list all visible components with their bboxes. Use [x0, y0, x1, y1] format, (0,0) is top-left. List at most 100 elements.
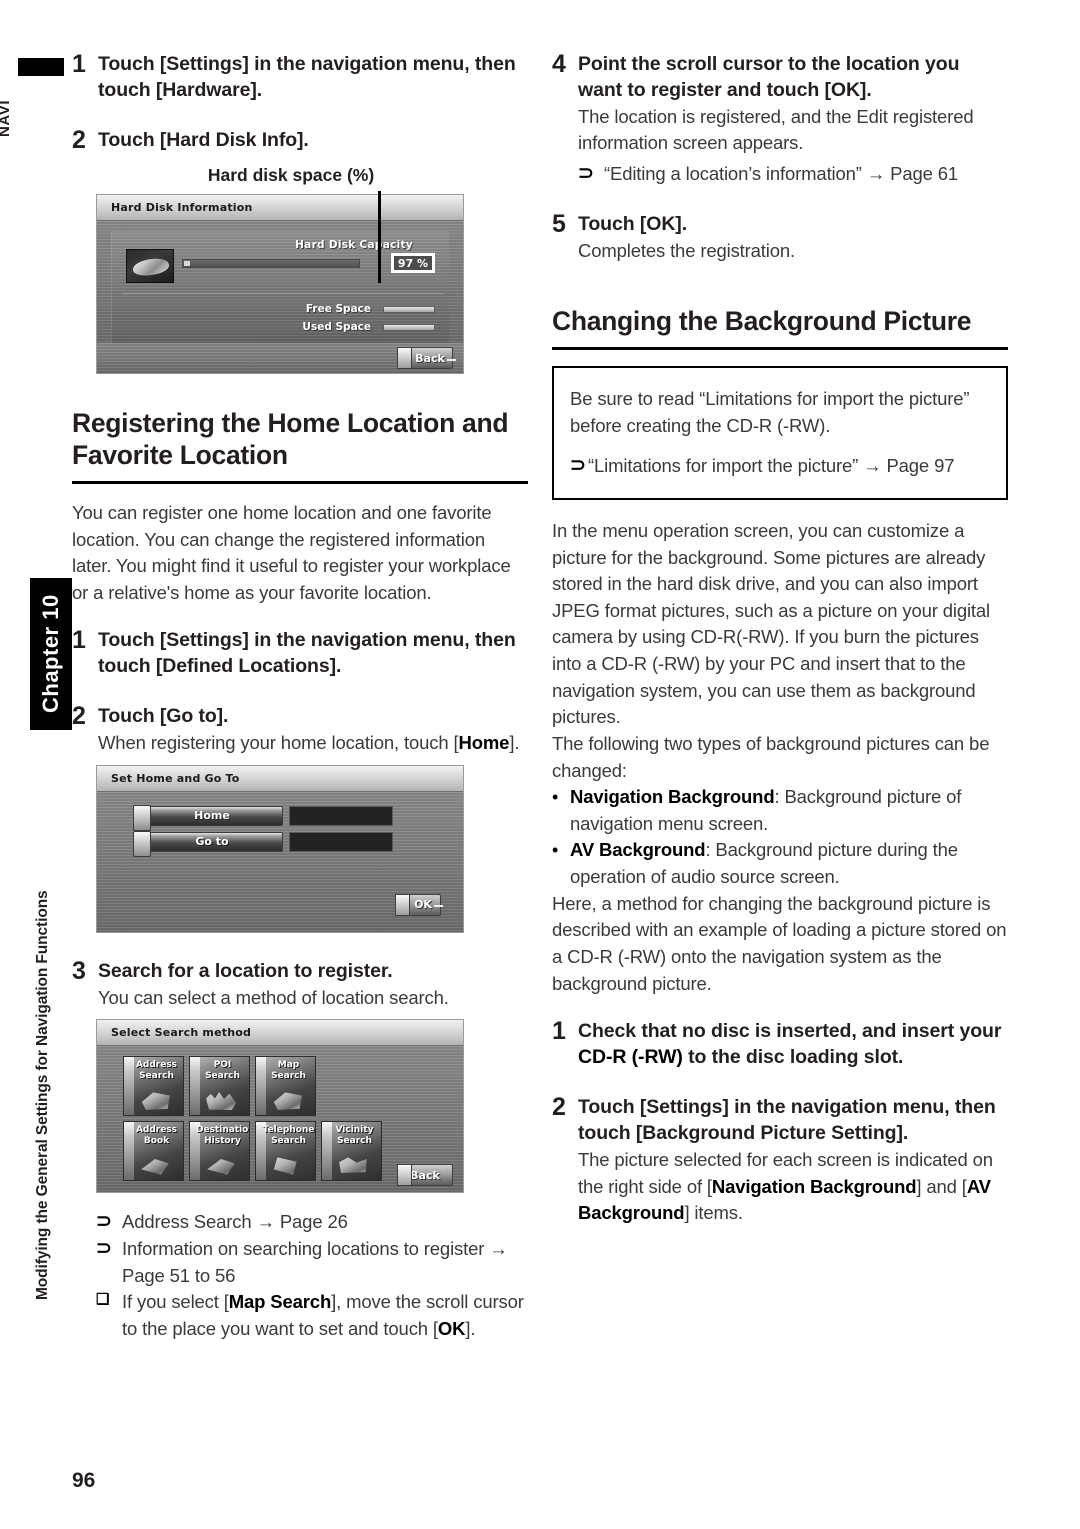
note-bold-ok: OK [437, 1317, 466, 1339]
reference-hook-icon: ⊃ [578, 163, 594, 185]
reference-searching-locations: ⊃ Information on searching locations to … [96, 1236, 528, 1289]
ok-button[interactable]: OK [395, 893, 443, 916]
desc-text-pre: When registering your home location, tou… [98, 732, 459, 754]
desc-text-bold: Home [458, 732, 510, 754]
destination-history-button[interactable]: Destination History [189, 1121, 250, 1182]
go-to-value-field[interactable] [289, 831, 393, 852]
back-button[interactable]: Back [397, 1164, 453, 1187]
ok-button-label: OK [404, 898, 443, 911]
background-description-paragraph: In the menu operation screen, you can cu… [552, 519, 991, 728]
step-title: Touch [Hard Disk Info]. [98, 128, 309, 151]
section-heading-registering: Registering the Home Location and Favori… [72, 408, 509, 471]
note-pre: If you select [ [122, 1291, 229, 1313]
note-square-icon: ❑ [96, 1291, 110, 1309]
step-title-pre: Check that no disc is inserted, and inse… [578, 1020, 1002, 1043]
chapter-badge-label: Chapter 10 [38, 594, 63, 714]
step-number: 5 [552, 209, 566, 238]
bullet-av-background: • AV Background: Background picture duri… [552, 837, 1008, 890]
step-2-go-to: 2 Touch [Go to]. When registering your h… [72, 702, 528, 757]
step-number: 4 [552, 50, 566, 78]
note-map-search: ❑ If you select [Map Search], move the s… [96, 1289, 528, 1342]
step-1-insert-disc: 1 Check that no disc is inserted, and in… [552, 1017, 1008, 1071]
reference-hook-icon: ⊃ [96, 1238, 112, 1259]
screen-body: Address Search POI Search Map Search Add… [97, 1046, 463, 1193]
vicinity-search-button[interactable]: Vicinity Search [321, 1121, 382, 1182]
back-button-label: Back [410, 1168, 440, 1182]
back-button-label: Back [405, 352, 456, 365]
reference-hook-icon: ⊃ [570, 455, 586, 477]
step-title: Touch [OK]. [578, 212, 688, 235]
background-types-intro: The following two types of background pi… [552, 732, 990, 781]
screen-footer: Back [97, 343, 463, 374]
step-3-search-location: 3 Search for a location to register. You… [72, 956, 528, 1012]
home-row[interactable]: Home [133, 804, 393, 831]
desc-mid: ] and [ [916, 1175, 967, 1197]
step-number: 3 [72, 956, 86, 985]
step-number: 1 [72, 626, 86, 655]
hard-disk-icon [126, 249, 174, 284]
used-space-label: Used Space [302, 321, 371, 334]
address-book-button[interactable]: Address Book [123, 1121, 184, 1182]
step-title: Search for a location to register. [98, 959, 393, 982]
background-closing-paragraph: Here, a method for changing the backgrou… [552, 892, 1007, 994]
button-label: Destination History [196, 1125, 250, 1146]
step-1-hardware: 1 Touch [Settings] in the navigation men… [72, 50, 528, 104]
back-button[interactable]: Back [397, 347, 456, 370]
home-button[interactable]: Home [133, 804, 283, 831]
button-label: Map Search [271, 1060, 306, 1081]
step-description: Completes the registration. [578, 239, 796, 261]
hard-disk-callout-label: Hard disk space (%) [207, 165, 375, 186]
telephone-search-button[interactable]: Telephone Search [255, 1121, 316, 1182]
poi-search-button[interactable]: POI Search [189, 1056, 250, 1117]
bullet-dot-icon: • [552, 787, 559, 808]
step-5-touch-ok: 5 Touch [OK]. Completes the registration… [552, 209, 1008, 265]
free-space-label: Free Space [305, 303, 371, 316]
reference-text: “Limitations for import the picture” → P… [588, 455, 955, 477]
step-description: The location is registered, and the Edit… [578, 105, 974, 154]
screen-title: Hard Disk Information [97, 195, 463, 222]
step-title: Touch [Go to]. [98, 705, 229, 728]
home-value-field[interactable] [289, 805, 393, 826]
go-to-button[interactable]: Go to [133, 830, 283, 857]
button-label: POI Search [205, 1060, 240, 1081]
note-bold-map-search: Map Search [228, 1291, 332, 1313]
step-description: The picture selected for each screen is … [578, 1147, 1008, 1227]
screen-title: Set Home and Go To [97, 765, 463, 792]
step-title: Touch [Settings] in the navigation menu,… [98, 53, 516, 101]
reference-hook-icon: ⊃ [96, 1211, 112, 1233]
address-search-button[interactable]: Address Search [123, 1056, 184, 1117]
callout-leader-line [378, 191, 381, 284]
heading-rule [72, 480, 528, 484]
map-search-icon [273, 1092, 302, 1110]
destination-history-icon [207, 1158, 235, 1175]
free-space-row: Free Space [306, 303, 435, 315]
step-description: When registering your home location, tou… [98, 730, 528, 757]
reference-text: “Editing a location’s information” → Pag… [604, 163, 959, 185]
reference-editing-location-information: ⊃ “Editing a location’s information” → P… [578, 161, 1008, 188]
desc-post: ] items. [684, 1202, 743, 1224]
button-label: Vicinity Search [335, 1125, 374, 1146]
step-title: Check that no disc is inserted, and inse… [578, 1019, 1008, 1071]
caution-note-box: Be sure to read “Limitations for import … [552, 366, 1008, 500]
used-space-row: Used Space [302, 321, 435, 333]
vicinity-search-icon [339, 1157, 367, 1173]
button-label: Address Book [135, 1125, 178, 1146]
telephone-search-icon [273, 1157, 297, 1175]
heading-rule [552, 347, 1008, 351]
hard-disk-capacity-label: Hard Disk Capacity [295, 239, 413, 252]
hard-disk-information-screenshot: Hard Disk Information Hard Disk Capacity… [96, 194, 464, 375]
bullet-text: Navigation Background: Background pictur… [570, 784, 1008, 837]
reference-text: Address Search → Page 26 [122, 1211, 348, 1233]
note-reference-limitations: ⊃ “Limitations for import the picture” →… [570, 453, 992, 480]
hard-disk-percent-value: 97 % [391, 253, 435, 274]
step-number: 2 [72, 702, 86, 731]
go-to-row[interactable]: Go to [133, 830, 393, 857]
desc-bold-navigation-background: Navigation Background [711, 1175, 917, 1197]
step-title-bold-cdr: CD-R (-RW) [578, 1046, 683, 1069]
screen-title: Select Search method [97, 1020, 463, 1047]
map-search-button[interactable]: Map Search [255, 1056, 316, 1117]
step-1-defined-locations: 1 Touch [Settings] in the navigation men… [72, 626, 528, 680]
poi-search-icon [206, 1091, 236, 1110]
step-4-point-scroll-cursor: 4 Point the scroll cursor to the locatio… [552, 50, 1008, 188]
hard-disk-callout-wrap: Hard disk space (%) Hard Disk Informatio… [72, 165, 528, 375]
